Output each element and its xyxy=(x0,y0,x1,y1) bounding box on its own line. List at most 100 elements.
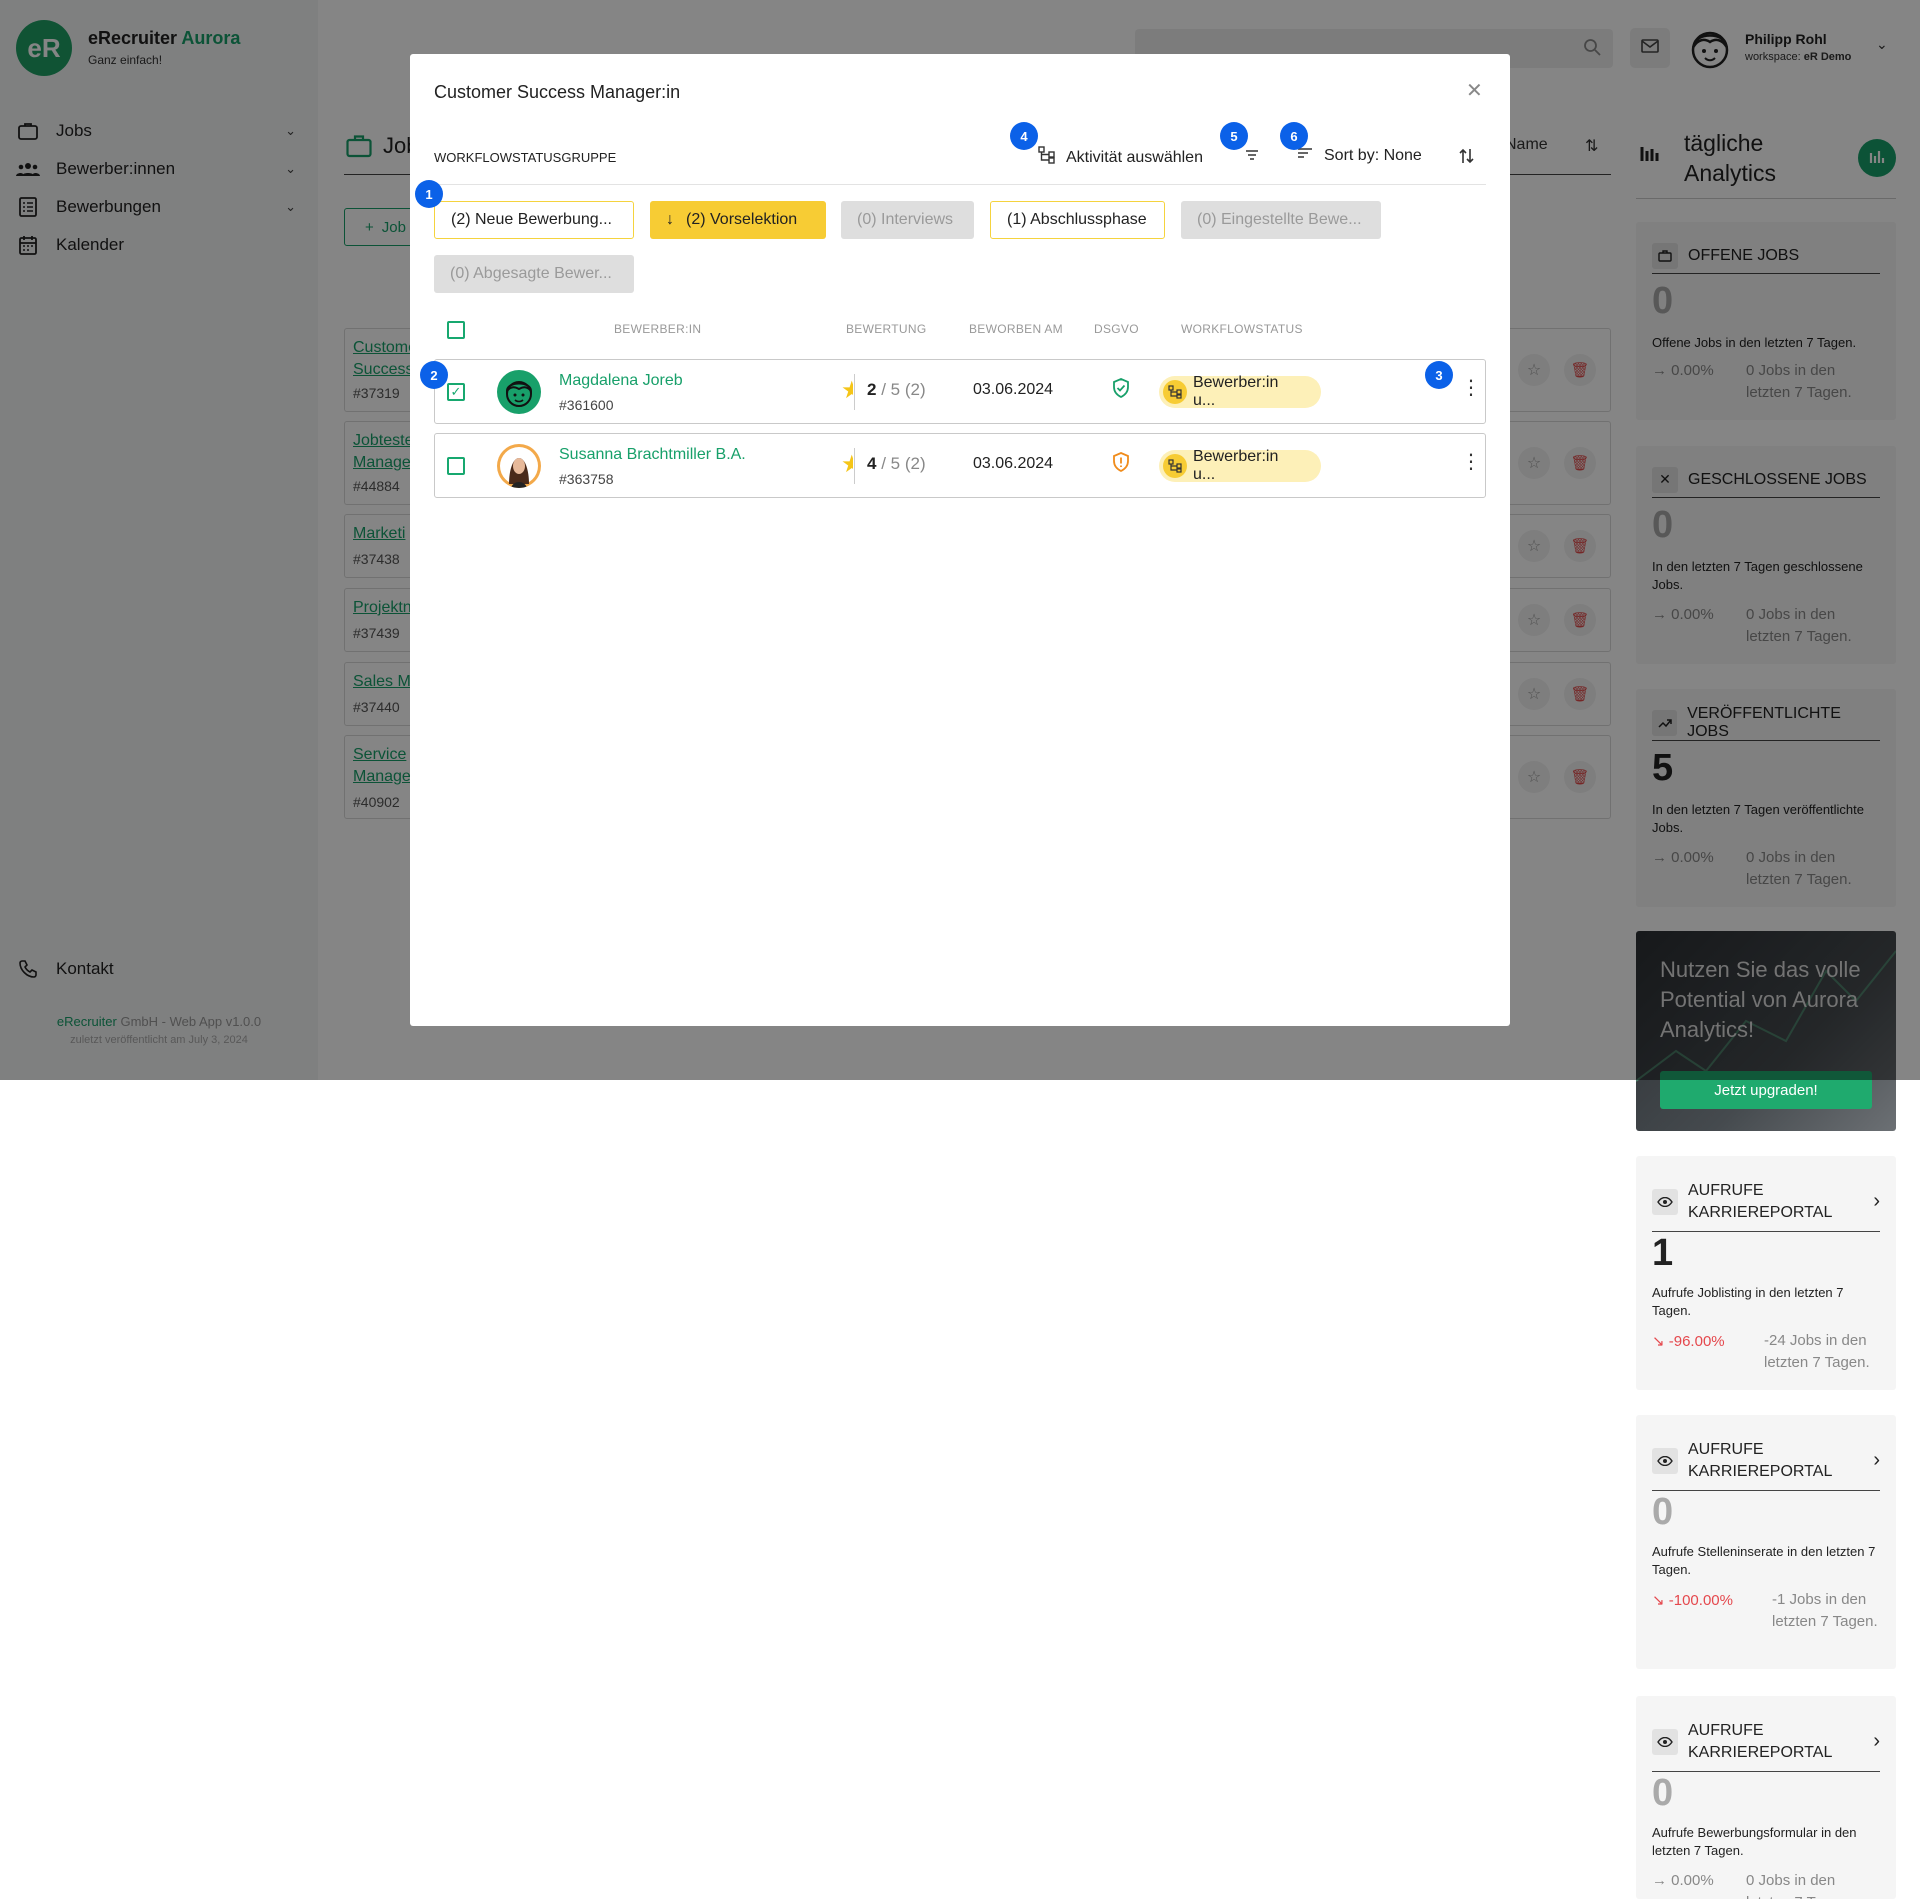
trending-down-icon: ↘ xyxy=(1652,1333,1665,1350)
annotation-badge: 4 xyxy=(1010,122,1038,150)
more-vertical-icon[interactable]: ⋮ xyxy=(1461,452,1481,472)
row-checkbox[interactable]: ✓ xyxy=(447,383,465,401)
rating-divider xyxy=(854,374,855,410)
card-value: 1 xyxy=(1652,1232,1674,1274)
column-header-applied: BEWORBEN AM xyxy=(969,322,1063,336)
card-value: 0 xyxy=(1652,1772,1674,1814)
column-header-status: WORKFLOWSTATUS xyxy=(1181,322,1303,336)
modal-title: Customer Success Manager:in xyxy=(434,82,681,102)
eye-icon xyxy=(1652,1447,1678,1474)
card-description: Aufrufe Stelleninserate in den letzten 7… xyxy=(1652,1544,1876,1577)
card-compare: -24 Jobs in den letzten 7 Tagen. xyxy=(1764,1332,1870,1371)
applied-date: 03.06.2024 xyxy=(973,381,1054,398)
check-icon: ✓ xyxy=(450,384,462,399)
more-vertical-icon[interactable]: ⋮ xyxy=(1461,378,1481,398)
sort-direction-icon[interactable] xyxy=(1458,146,1476,171)
avatar xyxy=(497,370,541,414)
card-value: 0 xyxy=(1652,1491,1674,1533)
workflow-icon xyxy=(1163,380,1187,404)
chip-new-applications[interactable]: (2) Neue Bewerbung... xyxy=(434,201,634,239)
card-title: AUFRUFE KARRIEREPORTAL xyxy=(1688,1181,1833,1221)
workflow-status-badge[interactable]: Bewerber:in u... xyxy=(1159,374,1321,409)
column-header-applicant: BEWERBER:IN xyxy=(614,322,702,336)
annotation-badge: 5 xyxy=(1220,122,1248,150)
analytics-card-career-portal[interactable]: AUFRUFE KARRIEREPORTAL › 0 Aufrufe Bewerb… xyxy=(1636,1696,1896,1899)
card-title: AUFRUFE KARRIEREPORTAL xyxy=(1688,1440,1833,1480)
shield-warning-icon xyxy=(1112,452,1130,477)
filter-icon[interactable] xyxy=(1244,148,1260,167)
activity-select[interactable]: Aktivität auswählen xyxy=(1038,146,1203,169)
chip-final-phase[interactable]: (1) Abschlussphase xyxy=(990,201,1165,239)
chip-label: (2) Vorselektion xyxy=(686,211,798,228)
applicant-name-link[interactable]: Susanna Brachtmiller B.A. xyxy=(559,446,746,464)
sort-select-label: Sort by: None xyxy=(1324,146,1422,164)
select-all-checkbox[interactable] xyxy=(447,321,465,339)
applied-date: 03.06.2024 xyxy=(973,455,1054,472)
workflow-status-badge[interactable]: Bewerber:in u... xyxy=(1159,448,1321,483)
rating-max: / 5 xyxy=(881,454,901,473)
trend-negative: ↘ -96.00% xyxy=(1652,1332,1725,1350)
arrow-down-icon: ↓ xyxy=(666,211,674,228)
annotation-badge: 3 xyxy=(1425,361,1453,389)
table-row[interactable]: Susanna Brachtmiller B.A. #363758 ★ 4 / … xyxy=(434,433,1486,498)
rating-value: 4 / 5 (2) xyxy=(867,454,926,474)
workflow-status-label: Bewerber:in u... xyxy=(1192,374,1279,409)
analytics-card-career-portal[interactable]: AUFRUFE KARRIEREPORTAL › 1 Aufrufe Joblis… xyxy=(1636,1156,1896,1390)
applicant-id: #361600 xyxy=(559,397,614,413)
rating-count: (2) xyxy=(904,380,926,399)
workflow-icon xyxy=(1163,454,1187,478)
chevron-right-icon[interactable]: › xyxy=(1873,1730,1880,1753)
workflow-status-label: Bewerber:in u... xyxy=(1192,448,1279,483)
star-icon[interactable]: ★ xyxy=(841,450,853,479)
card-description: Aufrufe Bewerbungsformular in den letzte… xyxy=(1652,1825,1857,1858)
rating-value: 2 / 5 (2) xyxy=(867,380,926,400)
activity-select-label: Aktivität auswählen xyxy=(1066,148,1203,166)
card-header: AUFRUFE KARRIEREPORTAL › xyxy=(1652,1712,1880,1772)
row-checkbox[interactable] xyxy=(447,457,465,475)
trend-value: -100.00% xyxy=(1668,1592,1733,1609)
rating-score: 2 xyxy=(867,380,877,399)
workflow-icon xyxy=(1038,146,1056,169)
card-compare: 0 Jobs in den letzten 7 Tagen. xyxy=(1746,1872,1852,1899)
annotation-badge: 6 xyxy=(1280,122,1308,150)
card-title: AUFRUFE KARRIEREPORTAL xyxy=(1688,1721,1833,1761)
trend-negative: ↘ -100.00% xyxy=(1652,1591,1733,1609)
applicant-id: #363758 xyxy=(559,471,614,487)
shield-check-icon xyxy=(1112,378,1130,403)
avatar xyxy=(497,444,541,488)
table-row[interactable]: ✓ Magdalena Joreb #361600 ★ 2 / 5 (2) 03… xyxy=(434,359,1486,424)
trend-value: -96.00% xyxy=(1668,1333,1725,1350)
card-header: AUFRUFE KARRIEREPORTAL › xyxy=(1652,1431,1880,1491)
star-icon[interactable]: ★ xyxy=(841,376,853,405)
card-compare: -1 Jobs in den letzten 7 Tagen. xyxy=(1772,1591,1878,1630)
applicant-name-link[interactable]: Magdalena Joreb xyxy=(559,372,683,390)
sort-select[interactable]: Sort by: None xyxy=(1296,146,1422,165)
annotation-badge: 1 xyxy=(415,180,443,208)
eye-icon xyxy=(1652,1728,1678,1755)
rating-score: 4 xyxy=(867,454,877,473)
column-header-gdpr: DSGVO xyxy=(1094,322,1139,336)
applicants-modal: Customer Success Manager:in ✕ WORKFLOWST… xyxy=(410,54,1510,1026)
chip-preselection[interactable]: ↓ (2) Vorselektion xyxy=(650,201,826,239)
rating-count: (2) xyxy=(904,454,926,473)
arrow-right-icon: → xyxy=(1652,1872,1667,1889)
chevron-right-icon[interactable]: › xyxy=(1873,1190,1880,1213)
workflow-group-label: WORKFLOWSTATUSGRUPPE xyxy=(434,150,617,165)
trending-down-icon: ↘ xyxy=(1652,1592,1665,1609)
card-description: Aufrufe Joblisting in den letzten 7 Tage… xyxy=(1652,1285,1844,1318)
trend-value: 0.00% xyxy=(1671,1872,1714,1889)
trend-neutral: → 0.00% xyxy=(1652,1872,1714,1889)
rating-divider xyxy=(854,448,855,484)
chip-interviews[interactable]: (0) Interviews xyxy=(841,201,974,239)
column-header-rating: BEWERTUNG xyxy=(846,322,927,336)
card-header: AUFRUFE KARRIEREPORTAL › xyxy=(1652,1172,1880,1232)
header-divider xyxy=(434,184,1486,185)
annotation-badge: 2 xyxy=(420,361,448,389)
chip-rejected[interactable]: (0) Abgesagte Bewer... xyxy=(434,255,634,293)
analytics-card-career-portal[interactable]: AUFRUFE KARRIEREPORTAL › 0 Aufrufe Stelle… xyxy=(1636,1415,1896,1669)
chip-hired[interactable]: (0) Eingestellte Bewe... xyxy=(1181,201,1381,239)
chevron-right-icon[interactable]: › xyxy=(1873,1449,1880,1472)
close-icon[interactable]: ✕ xyxy=(1466,78,1483,103)
eye-icon xyxy=(1652,1188,1678,1215)
rating-max: / 5 xyxy=(881,380,901,399)
